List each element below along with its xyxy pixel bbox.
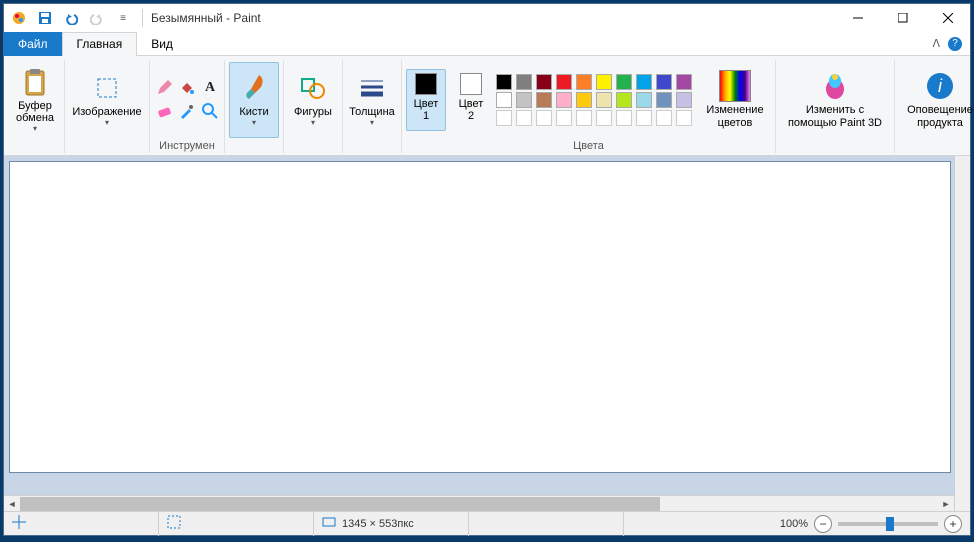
colors-group-label: Цвета (573, 139, 604, 153)
palette-color[interactable] (556, 92, 572, 108)
window-title: Безымянный - Paint (147, 11, 835, 25)
help-icon[interactable]: ? (948, 37, 962, 51)
picker-tool-icon[interactable] (177, 101, 197, 121)
fill-tool-icon[interactable] (177, 78, 197, 98)
palette-empty[interactable] (656, 110, 672, 126)
scroll-thumb[interactable] (20, 497, 660, 511)
palette-empty[interactable] (596, 110, 612, 126)
text-tool-icon[interactable]: A (200, 78, 220, 98)
spectrum-icon (719, 70, 751, 102)
pencil-tool-icon[interactable] (154, 78, 174, 98)
tab-home[interactable]: Главная (62, 32, 138, 56)
save-icon[interactable] (34, 7, 56, 29)
shapes-icon (300, 72, 326, 104)
canvas-size-icon (322, 515, 336, 532)
palette-color[interactable] (636, 74, 652, 90)
clipboard-icon (23, 66, 47, 98)
palette-empty[interactable] (636, 110, 652, 126)
color1-button[interactable]: Цвет 1 (406, 69, 446, 131)
palette-empty[interactable] (576, 110, 592, 126)
color2-button[interactable]: Цвет 2 (451, 69, 491, 131)
palette-color[interactable] (616, 74, 632, 90)
tab-file[interactable]: Файл (4, 32, 62, 56)
thickness-button[interactable]: Толщина ▾ (347, 62, 397, 138)
status-cursor-pos (4, 512, 159, 536)
magnifier-tool-icon[interactable] (200, 101, 220, 121)
status-file-size (469, 512, 624, 536)
info-icon: i (925, 70, 955, 102)
eraser-tool-icon[interactable] (154, 101, 174, 121)
clipboard-button[interactable]: Буфер обмена ▾ (10, 62, 60, 138)
crosshair-icon (12, 515, 26, 532)
image-select-button[interactable]: Изображение ▾ (69, 62, 145, 138)
collapse-ribbon-icon[interactable]: ᐱ (924, 37, 948, 50)
brushes-button[interactable]: Кисти ▾ (229, 62, 279, 138)
edit-colors-button[interactable]: Изменение цветов (699, 62, 771, 138)
canvas-area: ◄ ► (4, 156, 970, 511)
palette-empty[interactable] (616, 110, 632, 126)
vertical-scrollbar[interactable] (954, 156, 970, 511)
palette-empty[interactable] (556, 110, 572, 126)
paint3d-button[interactable]: Изменить с помощью Paint 3D (780, 62, 890, 138)
status-canvas-size: 1345 × 553пкс (314, 512, 469, 536)
palette-color[interactable] (576, 92, 592, 108)
palette-color[interactable] (616, 92, 632, 108)
palette-color[interactable] (596, 74, 612, 90)
app-icon[interactable] (8, 7, 30, 29)
shapes-button[interactable]: Фигуры ▾ (288, 62, 338, 138)
canvas[interactable] (10, 162, 950, 472)
palette-color[interactable] (636, 92, 652, 108)
palette-color[interactable] (536, 74, 552, 90)
close-button[interactable] (925, 4, 970, 32)
palette-color[interactable] (516, 92, 532, 108)
horizontal-scrollbar[interactable]: ◄ ► (4, 495, 954, 511)
selection-size-icon (167, 515, 181, 532)
scroll-left-icon[interactable]: ◄ (4, 497, 20, 511)
palette-color[interactable] (596, 92, 612, 108)
palette-color[interactable] (556, 74, 572, 90)
palette-empty[interactable] (676, 110, 692, 126)
paint3d-icon (822, 70, 848, 102)
palette-color[interactable] (536, 92, 552, 108)
tab-view[interactable]: Вид (137, 32, 187, 56)
color1-swatch (415, 73, 437, 95)
palette-color[interactable] (516, 74, 532, 90)
minimize-button[interactable] (835, 4, 880, 32)
palette-empty[interactable] (516, 110, 532, 126)
product-alert-button[interactable]: i Оповещение продукта (899, 62, 974, 138)
color2-swatch (460, 73, 482, 95)
zoom-value: 100% (780, 518, 808, 530)
palette-color[interactable] (656, 74, 672, 90)
palette-color[interactable] (496, 92, 512, 108)
status-bar: 1345 × 553пкс 100% − + (4, 511, 970, 535)
maximize-button[interactable] (880, 4, 925, 32)
title-bar: ≡ Безымянный - Paint (4, 4, 970, 32)
palette-color[interactable] (496, 74, 512, 90)
palette-color[interactable] (656, 92, 672, 108)
palette-color[interactable] (676, 74, 692, 90)
zoom-out-button[interactable]: − (814, 515, 832, 533)
qat-dropdown-icon[interactable]: ≡ (112, 7, 134, 29)
status-selection-size (159, 512, 314, 536)
scroll-right-icon[interactable]: ► (938, 497, 954, 511)
palette-color[interactable] (576, 74, 592, 90)
undo-icon[interactable] (60, 7, 82, 29)
thickness-icon (359, 72, 385, 104)
palette-empty[interactable] (536, 110, 552, 126)
brush-icon (241, 72, 267, 104)
tools-group-label: Инструмен (159, 139, 215, 153)
select-icon (96, 72, 118, 104)
ribbon: Буфер обмена ▾ Изображение ▾ (4, 56, 970, 156)
zoom-slider[interactable] (838, 522, 938, 526)
redo-icon[interactable] (86, 7, 108, 29)
color-palette (496, 74, 694, 126)
palette-color[interactable] (676, 92, 692, 108)
tab-strip: Файл Главная Вид ᐱ ? (4, 32, 970, 56)
palette-empty[interactable] (496, 110, 512, 126)
zoom-in-button[interactable]: + (944, 515, 962, 533)
